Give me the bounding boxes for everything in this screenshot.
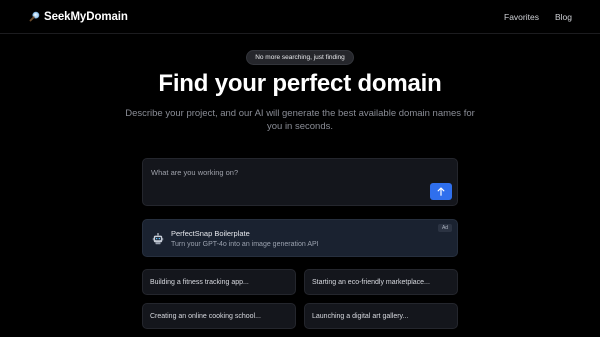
suggestion-chip[interactable]: Starting an eco-friendly marketplace... [304, 269, 458, 295]
arrow-up-icon [437, 187, 445, 196]
sponsored-ad-card[interactable]: PerfectSnap Boilerplate Turn your GPT-4o… [142, 219, 458, 257]
tagline-badge: No more searching, just finding [246, 50, 354, 65]
project-prompt-box [142, 158, 458, 206]
brand-logo-link[interactable]: SeekMyDomain [28, 11, 128, 23]
nav-favorites-link[interactable]: Favorites [504, 12, 539, 22]
magnifier-icon [28, 11, 40, 23]
suggestion-chip[interactable]: Building a fitness tracking app... [142, 269, 296, 295]
robot-icon [151, 232, 164, 245]
project-description-input[interactable] [151, 165, 421, 179]
ad-badge: Ad [438, 224, 452, 232]
top-navbar: SeekMyDomain Favorites Blog [0, 0, 600, 34]
brand-name: SeekMyDomain [44, 10, 128, 23]
ad-title: PerfectSnap Boilerplate [171, 229, 250, 238]
suggestion-chip[interactable]: Launching a digital art gallery... [304, 303, 458, 329]
main-nav: Favorites Blog [504, 12, 572, 22]
nav-blog-link[interactable]: Blog [555, 12, 572, 22]
generate-submit-button[interactable] [430, 183, 452, 200]
page-subtitle: Describe your project, and our AI will g… [125, 108, 475, 132]
ad-description: Turn your GPT-4o into an image generatio… [171, 241, 319, 248]
page-title: Find your perfect domain [158, 70, 442, 97]
suggestion-chip[interactable]: Creating an online cooking school... [142, 303, 296, 329]
